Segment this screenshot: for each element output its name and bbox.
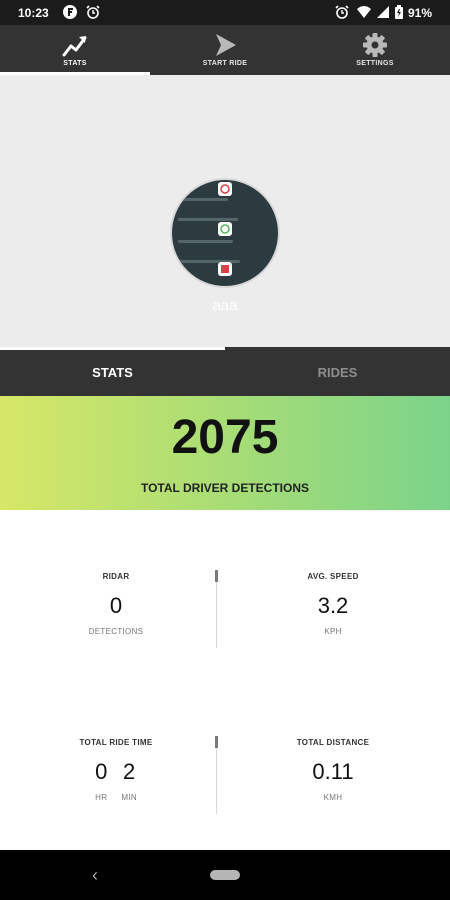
ride-time-hours-unit: HR	[95, 793, 108, 802]
back-icon[interactable]: ‹	[92, 865, 98, 886]
stats-grid: RIDAR 0 DETECTIONS AVG. SPEED 3.2 KPH TO…	[0, 510, 450, 850]
alarm-status-icon	[334, 4, 350, 23]
gear-icon	[360, 31, 390, 59]
avatar-graphic-line	[178, 198, 228, 201]
total-detections-label: TOTAL DRIVER DETECTIONS	[140, 481, 309, 495]
avg-speed-value: 3.2	[317, 593, 349, 618]
system-nav-bar: ‹	[0, 850, 450, 900]
trend-up-icon	[60, 31, 90, 59]
ride-time-hours-value: 0	[95, 759, 108, 784]
ride-time-hours: 0 HR	[95, 759, 107, 802]
tab-settings-label: SETTINGS	[356, 60, 394, 67]
play-icon	[210, 31, 240, 59]
subtab-active-indicator	[0, 347, 225, 350]
app-notification-icon	[62, 4, 78, 23]
total-distance-label: TOTAL DISTANCE	[296, 738, 370, 747]
avg-speed-label: AVG. SPEED	[307, 572, 359, 581]
subtab-rides[interactable]: RIDES	[225, 365, 450, 380]
status-bar: 10:23 91%	[0, 0, 450, 25]
avatar-app-tile	[218, 182, 232, 196]
avg-speed-stat: AVG. SPEED 3.2 KPH	[225, 572, 441, 636]
ride-time-minutes: 2 MIN	[121, 759, 137, 802]
status-time: 10:23	[18, 6, 49, 20]
total-ride-time-stat: TOTAL RIDE TIME 0 HR 2 MIN	[8, 738, 224, 802]
tab-settings[interactable]: SETTINGS	[300, 25, 450, 75]
total-detections-count: 2075	[171, 411, 279, 464]
stats-rides-tabs: STATS RIDES	[0, 347, 450, 396]
battery-icon	[394, 4, 404, 23]
detections-banner: 2075 TOTAL DRIVER DETECTIONS	[0, 396, 450, 510]
ridar-stat: RIDAR 0 DETECTIONS	[8, 572, 224, 636]
home-pill[interactable]	[210, 870, 240, 880]
avatar[interactable]	[170, 178, 280, 288]
ride-time-values: 0 HR 2 MIN	[8, 759, 224, 802]
tab-stats[interactable]: STATS	[0, 25, 150, 75]
signal-icon	[375, 4, 391, 23]
tab-stats-label: STATS	[63, 60, 87, 67]
subtab-stats[interactable]: STATS	[0, 365, 225, 380]
total-distance-stat: TOTAL DISTANCE 0.11 KMH	[225, 738, 441, 802]
alarm-icon	[85, 4, 101, 23]
wifi-icon	[356, 4, 372, 23]
username: aaa	[212, 297, 238, 314]
total-distance-value: 0.11	[312, 759, 354, 784]
battery-percent: 91%	[407, 6, 432, 20]
avg-speed-unit: KPH	[324, 627, 342, 636]
avatar-graphic-line	[178, 240, 233, 243]
ride-time-minutes-value: 2	[122, 759, 136, 784]
avatar-graphic-line	[178, 218, 238, 221]
avatar-app-tile	[218, 222, 232, 236]
total-distance-unit: KMH	[323, 793, 343, 802]
total-ride-time-label: TOTAL RIDE TIME	[79, 738, 153, 747]
tab-start-ride[interactable]: START RIDE	[150, 25, 300, 75]
ride-time-minutes-unit: MIN	[121, 793, 137, 802]
ridar-value: 0	[109, 593, 123, 618]
avatar-app-tile	[218, 262, 232, 276]
profile-header: aaa	[0, 75, 450, 347]
tab-start-ride-label: START RIDE	[202, 60, 248, 67]
top-navigation: STATS START RIDE SETTINGS	[0, 25, 450, 75]
ridar-label: RIDAR	[102, 572, 130, 581]
ridar-unit: DETECTIONS	[88, 627, 144, 636]
